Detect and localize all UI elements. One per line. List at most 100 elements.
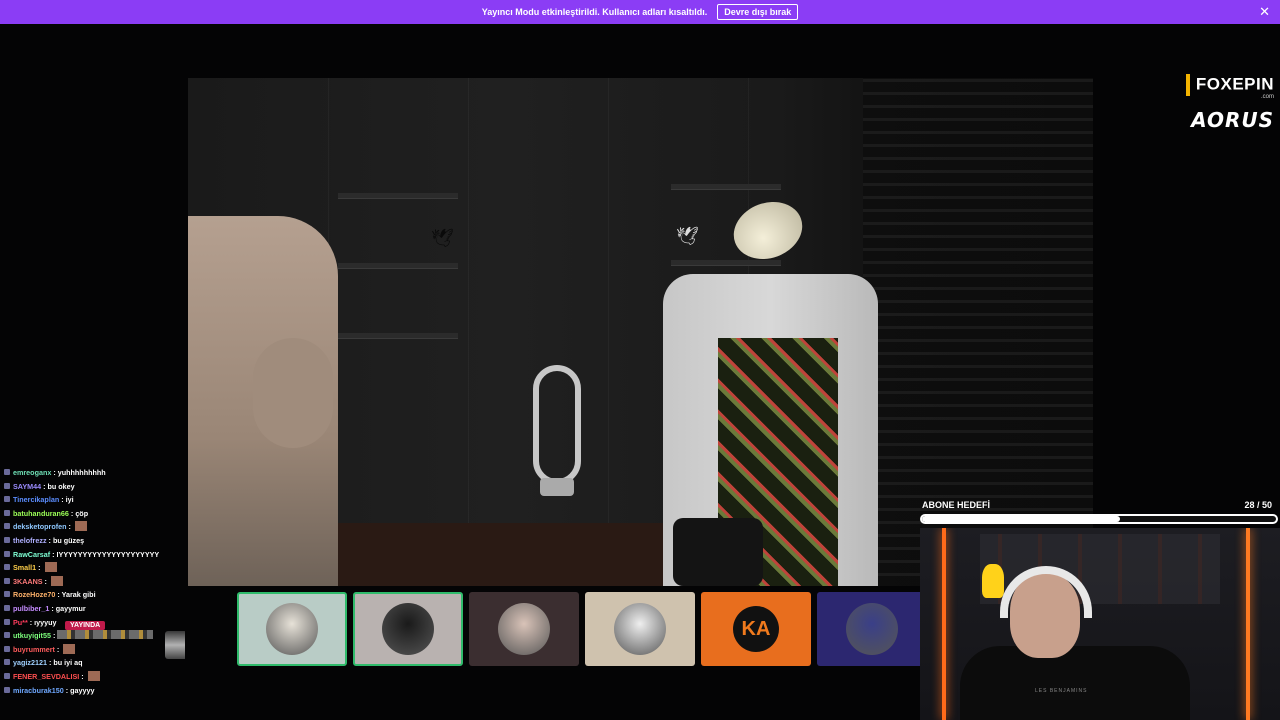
sub-goal-label: ABONE HEDEFİ: [922, 500, 991, 510]
chat-message: deksketoprofen :: [0, 520, 185, 534]
chat-username[interactable]: miracburak150: [13, 686, 64, 695]
chat-text: gayyyy: [70, 685, 95, 695]
chat-username[interactable]: emreoganx: [13, 468, 51, 477]
banner-message: Yayıncı Modu etkinleştirildi. Kullanıcı …: [481, 7, 708, 17]
chat-username[interactable]: Small1: [13, 563, 36, 572]
chat-overlay: emreoganx : yuhhhhhhhhh SAYM44 : bu okey T…: [0, 466, 185, 720]
chat-separator: :: [54, 644, 62, 654]
sponsor-logos: FOXEPIN .com AORUS: [1144, 74, 1274, 132]
chat-username[interactable]: RozeHoze70: [13, 590, 55, 599]
chat-badge-icon: [4, 672, 10, 679]
chat-username[interactable]: deksketoprofen: [13, 522, 67, 531]
participant-tile-6[interactable]: [817, 592, 927, 666]
chat-username[interactable]: thelofrezz: [13, 536, 47, 545]
chat-badge-icon: [4, 469, 10, 475]
disable-streamer-mode-button[interactable]: Devre dışı bırak: [717, 4, 799, 20]
chat-text: çöp: [75, 508, 89, 518]
subscriber-goal: ABONE HEDEFİ 28 / 50: [920, 498, 1280, 528]
chat-badge-icon: [4, 659, 10, 666]
participant-tile-3[interactable]: [469, 592, 579, 666]
close-icon[interactable]: ✕: [1259, 4, 1270, 20]
air-purifier: [533, 365, 581, 485]
sub-goal-count: 28 / 50: [1244, 500, 1272, 510]
foxepin-logo-bar: [1185, 74, 1190, 96]
wall-panel-line: [608, 78, 609, 586]
chat-text: IYYYYYYYYYYYYYYYYYYYYY: [56, 549, 160, 559]
avatar: [266, 603, 318, 655]
chat-badge-icon: [4, 686, 10, 693]
chat-message: emreoganx : yuhhhhhhhhh: [0, 466, 185, 480]
live-tag: YAYINDA: [65, 621, 106, 630]
chat-separator: :: [36, 563, 43, 573]
chat-emote-icon: [44, 562, 57, 573]
chat-badge-icon: [4, 523, 10, 530]
chat-username[interactable]: 3KAANS: [13, 577, 43, 586]
participant-logo: KA: [733, 606, 779, 652]
chat-message: yagiz2121 : bu iyi aq: [0, 656, 185, 670]
avatar: [614, 603, 666, 655]
sub-goal-progress-track: [920, 514, 1278, 524]
chat-message: batuhanduran66 : çöp: [0, 507, 185, 521]
chat-text: bu güzeş: [52, 535, 85, 545]
foxepin-logo-text: FOXEPIN: [1195, 74, 1274, 94]
chair: [673, 518, 763, 586]
aorus-logo: AORUS: [1191, 108, 1274, 132]
chat-message: utkuyigit55 :: [0, 629, 185, 643]
chat-message: SAYM44 : bu okey: [0, 480, 185, 494]
chat-message: thelofrezz : bu güzeş: [0, 534, 185, 548]
sub-goal-progress-fill: [922, 516, 1121, 522]
chat-badge-icon: [4, 604, 10, 611]
chat-badge-icon: [4, 632, 10, 639]
neon-light-right: [1246, 528, 1250, 720]
chat-message: pulbiber_1 : gayymur: [0, 602, 185, 616]
streamer-webcam[interactable]: LES BENJAMINS: [920, 528, 1280, 720]
wall-shelf: [338, 193, 458, 199]
chat-username[interactable]: buyrummert: [13, 645, 55, 654]
chat-emote-icon: [74, 521, 87, 532]
participant-tile-2[interactable]: [353, 592, 463, 666]
chat-emote-icon: [50, 575, 63, 586]
chat-username[interactable]: RawCarsaf: [13, 550, 50, 559]
air-purifier-base: [540, 478, 574, 496]
chat-username[interactable]: Pu**: [13, 618, 28, 627]
chat-badge-icon: [4, 591, 10, 598]
participant-tile-5[interactable]: KA: [701, 592, 811, 666]
wall-panel-line: [468, 78, 469, 586]
chat-badge-icon: [4, 482, 10, 489]
foxepin-logo: FOXEPIN: [1144, 74, 1274, 96]
bird-decor-icon: 🕊: [431, 228, 454, 248]
chat-text: Yarak gibi: [61, 590, 96, 600]
chat-username[interactable]: yagiz2121: [13, 658, 47, 667]
chat-text: bu iyi aq: [53, 658, 83, 668]
chat-separator: :: [42, 576, 49, 586]
chat-badge-icon: [4, 645, 10, 652]
chat-emote-icon: [87, 670, 100, 681]
neon-light-left: [942, 528, 946, 720]
wall-shelf: [338, 263, 458, 269]
streamer-body: [960, 646, 1190, 720]
participant-strip: KA: [237, 592, 927, 666]
avatar: [498, 603, 550, 655]
chat-username[interactable]: Tinercikaplan: [13, 495, 59, 504]
participant-tile-4[interactable]: [585, 592, 695, 666]
chat-message: Small1 :: [0, 561, 185, 575]
chat-username[interactable]: batuhanduran66: [13, 509, 69, 518]
chat-badge-icon: [4, 536, 10, 543]
chat-username[interactable]: pulbiber_1: [13, 604, 49, 613]
chat-text: iyi: [65, 495, 74, 505]
chat-text: bu okey: [47, 481, 75, 491]
chat-text: yuhhhhhhhhh: [57, 468, 106, 477]
chat-text: ıyyyuy: [34, 617, 57, 627]
avatar: [382, 603, 434, 655]
chat-username[interactable]: FENER_SEVDALISI: [13, 672, 79, 681]
person-arm: [253, 338, 333, 448]
chat-username[interactable]: SAYM44: [13, 482, 41, 491]
participant-tile-1[interactable]: [237, 592, 347, 666]
chat-badge-icon: [4, 496, 10, 503]
chat-username[interactable]: utkuyigit55: [13, 631, 51, 640]
chat-emote-icon: [63, 643, 76, 654]
chat-message-list: emreoganx : yuhhhhhhhhh SAYM44 : bu okey T…: [0, 466, 185, 697]
chat-message: Tinercikaplan : iyi: [0, 493, 185, 507]
chat-badge-icon: [4, 618, 10, 625]
chat-badge-icon: [4, 550, 10, 557]
